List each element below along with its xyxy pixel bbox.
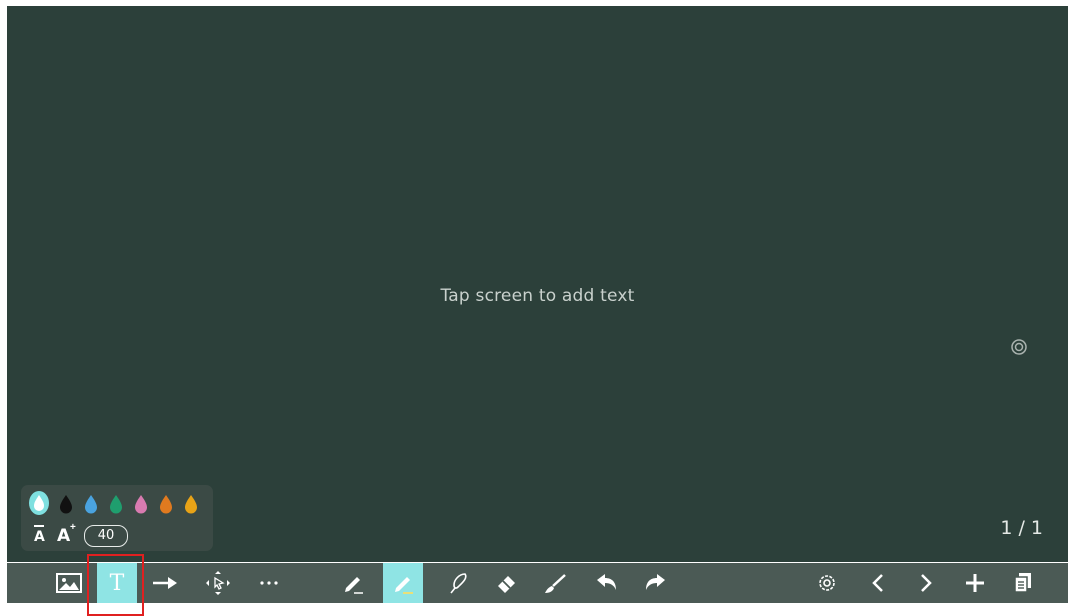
eraser-icon [498, 576, 515, 593]
pages-icon [1014, 573, 1031, 593]
lasso-icon [450, 573, 467, 594]
lasso-button[interactable] [441, 563, 477, 603]
redo-button[interactable] [637, 563, 673, 603]
highlighter-icon [395, 577, 413, 594]
highlighter-button[interactable] [383, 563, 423, 603]
text-palette: A A + 40 [21, 485, 213, 551]
color-blue-icon[interactable] [83, 494, 99, 514]
color-orange-icon[interactable] [158, 494, 174, 514]
next-page-button[interactable] [908, 563, 944, 603]
target-icon[interactable] [1010, 338, 1028, 356]
color-pink-icon[interactable] [133, 494, 149, 514]
undo-button[interactable] [589, 563, 625, 603]
more-button[interactable] [251, 563, 287, 603]
settings-button[interactable] [809, 563, 845, 603]
color-black-icon[interactable] [58, 494, 74, 514]
next-page-icon [921, 574, 932, 592]
add-page-icon [966, 574, 984, 592]
font-decrease-mark [34, 525, 44, 527]
redo-icon [646, 574, 665, 590]
brush-icon [545, 574, 566, 593]
color-green-icon[interactable] [108, 494, 124, 514]
font-size-field[interactable]: 40 [84, 525, 128, 547]
prev-page-button[interactable] [860, 563, 896, 603]
clear-brush-button[interactable] [537, 563, 573, 603]
pen-button[interactable] [335, 563, 371, 603]
image-button[interactable] [51, 563, 87, 603]
more-icon [260, 581, 278, 585]
move-select-icon [206, 571, 230, 595]
pen-icon [345, 577, 363, 594]
select-move-button[interactable] [200, 563, 236, 603]
font-increase-plus-icon: + [70, 522, 76, 533]
eraser-button[interactable] [489, 563, 525, 603]
color-yellow-icon[interactable] [183, 494, 199, 514]
arrow-icon [153, 577, 177, 589]
pages-button[interactable] [1005, 563, 1041, 603]
arrow-tool-button[interactable] [147, 563, 183, 603]
image-icon [56, 573, 82, 593]
settings-icon [819, 575, 835, 591]
highlight-box [87, 554, 144, 616]
font-decrease-button[interactable]: A [34, 529, 45, 545]
canvas-hint: Tap screen to add text [440, 286, 635, 306]
bottom-toolbar: T [7, 563, 1068, 603]
add-page-button[interactable] [957, 563, 993, 603]
prev-page-icon [872, 574, 883, 592]
page-indicator: 1 / 1 [1000, 517, 1043, 539]
whiteboard-canvas[interactable] [7, 6, 1068, 562]
font-increase-button[interactable]: A [57, 526, 70, 546]
undo-icon [597, 574, 616, 590]
color-white-icon[interactable] [29, 491, 49, 515]
